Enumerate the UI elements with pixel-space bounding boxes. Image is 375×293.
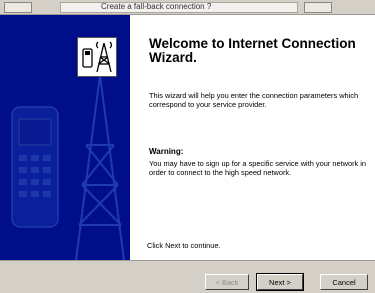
continue-note: Click Next to continue. xyxy=(147,241,221,250)
phone-tower-icon xyxy=(77,37,117,77)
strip-right-button xyxy=(304,2,332,13)
back-button[interactable]: < Back xyxy=(205,274,249,290)
background-title-field: Create a fall-back connection ? xyxy=(60,2,298,13)
wizard-title: Welcome to Internet Connection Wizard. xyxy=(149,36,356,65)
next-button[interactable]: Next > xyxy=(256,273,304,291)
strip-left-button xyxy=(4,2,32,13)
wizard-content: Welcome to Internet Connection Wizard. T… xyxy=(130,15,375,260)
warning-heading: Warning: xyxy=(149,147,184,156)
cancel-button[interactable]: Cancel xyxy=(320,274,368,290)
background-window-strip: Create a fall-back connection ? xyxy=(0,0,375,15)
wizard-banner xyxy=(0,15,130,260)
button-bar: < Back Next > Cancel xyxy=(0,260,375,293)
intro-text: This wizard will help you enter the conn… xyxy=(149,91,359,109)
background-title-text: Create a fall-back connection ? xyxy=(101,2,212,11)
warning-text: You may have to sign up for a specific s… xyxy=(149,159,367,177)
